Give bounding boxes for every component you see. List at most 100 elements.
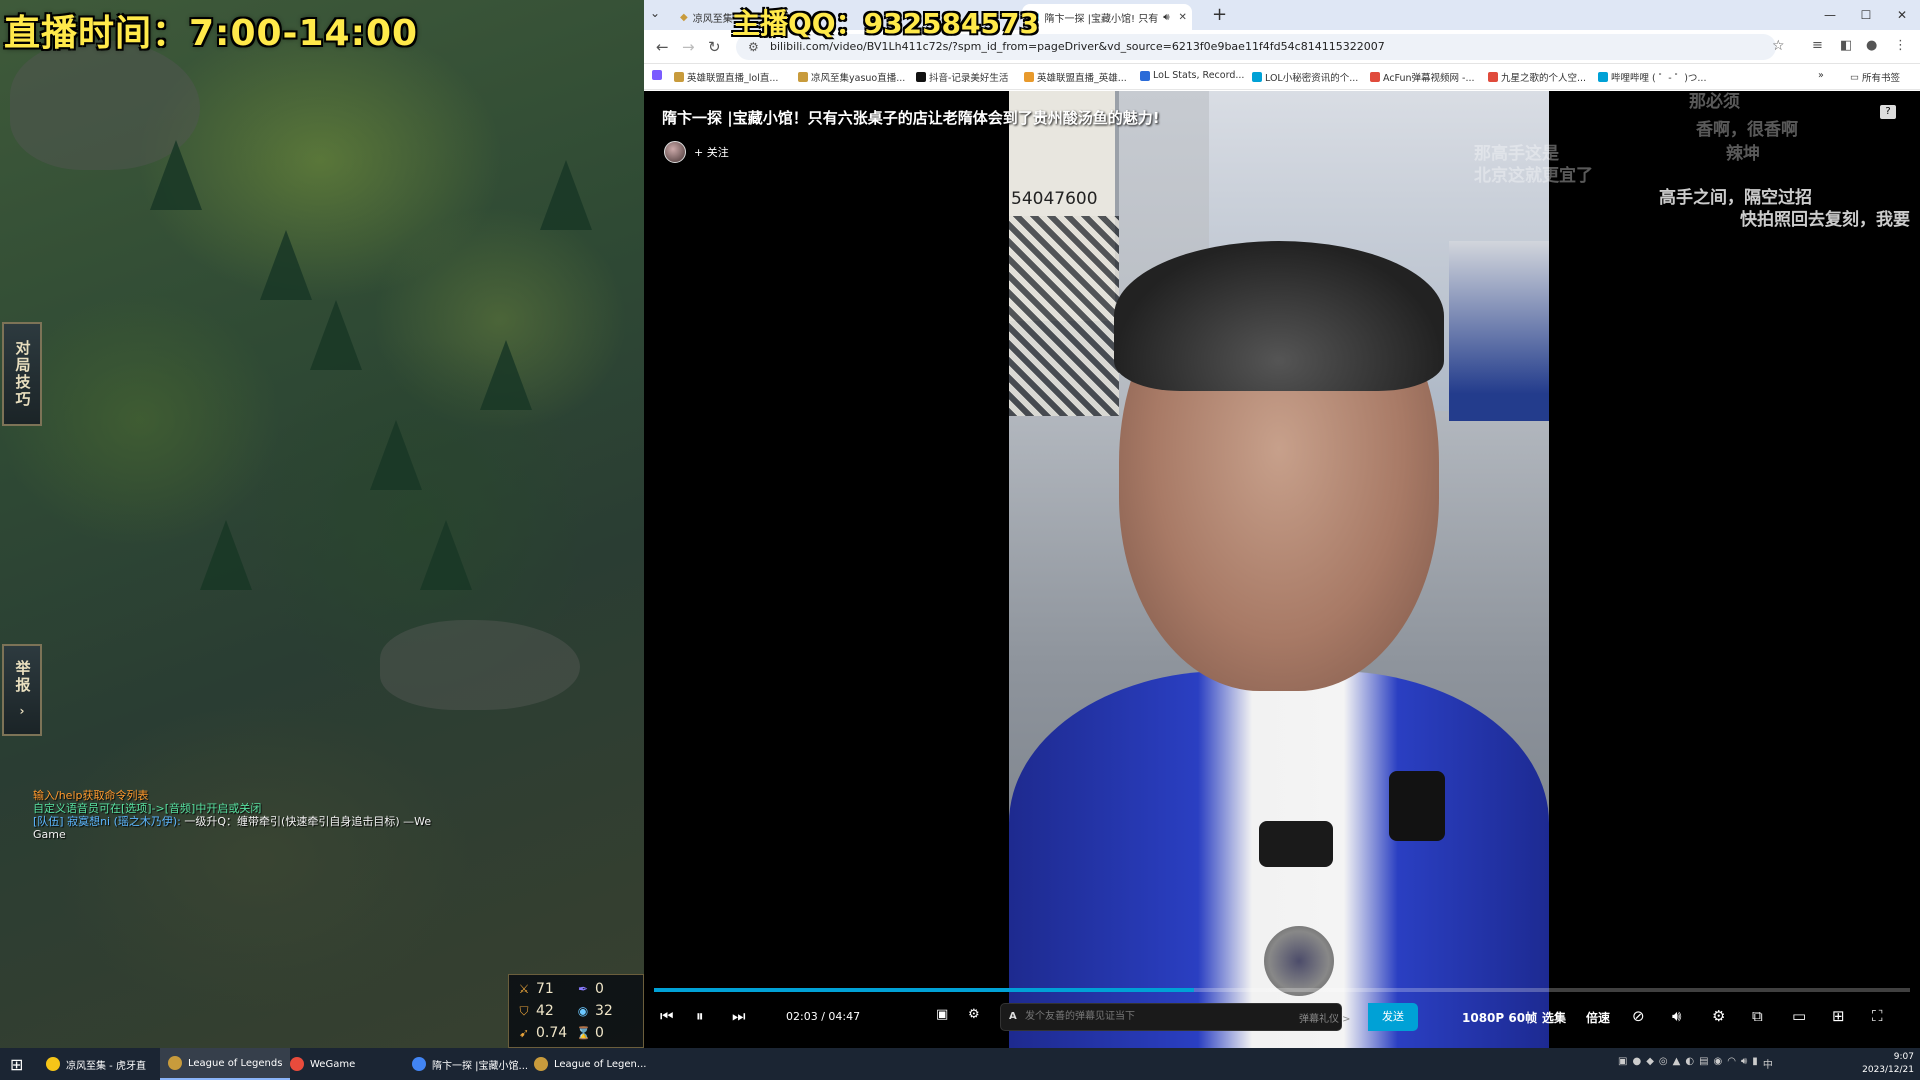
report-tab[interactable]: 举报 › (2, 644, 42, 736)
bookmark-item[interactable]: 英雄联盟直播_英雄... (1024, 70, 1127, 84)
apps-icon[interactable] (652, 70, 662, 80)
pip-icon[interactable]: ⧉ (1752, 1007, 1763, 1025)
bookmark-item[interactable]: LOL小秘密资讯的个... (1252, 70, 1358, 84)
tray-icon[interactable]: ● (1632, 1056, 1641, 1071)
profile-icon[interactable]: ● (1866, 38, 1877, 53)
back-icon[interactable]: ← (656, 38, 669, 56)
danmaku-toggle-icon[interactable]: ▣ (936, 1007, 948, 1022)
tray-icon[interactable]: ▤ (1699, 1056, 1708, 1071)
tray-icon[interactable]: ▣ (1618, 1056, 1627, 1071)
stat-crit: ⌛ 0 (576, 1023, 635, 1043)
side-panel-icon[interactable]: ◧ (1840, 38, 1852, 53)
danmaku-comment: 快拍照回去复刻，我要 (1740, 210, 1910, 230)
bookmark-item[interactable]: 英雄联盟直播_lol直... (674, 70, 778, 84)
subtitle-off-icon[interactable]: ⊘ (1632, 1007, 1645, 1025)
bookmark-item[interactable]: 九星之歌的个人空... (1488, 70, 1586, 84)
danmaku-placeholder: 发个友善的弹幕见证当下 (1025, 1011, 1135, 1022)
danmaku-etiquette-link[interactable]: 弹幕礼仪 > (1299, 1010, 1351, 1025)
reading-list-icon[interactable]: ≡ (1812, 38, 1823, 53)
bookmark-item[interactable]: 凉风至集yasuo直播... (798, 70, 905, 84)
menu-icon[interactable]: ⋮ (1894, 38, 1907, 53)
stat-value: 0 (595, 981, 604, 997)
fullscreen-icon[interactable]: ⛶ (1872, 1007, 1883, 1025)
previous-icon[interactable]: ⏮ (660, 1007, 674, 1025)
volume-icon[interactable]: 🔊︎ (1741, 1056, 1747, 1071)
next-icon[interactable]: ⏭ (732, 1007, 746, 1025)
tray-icon[interactable]: ◆ (1646, 1056, 1654, 1071)
wifi-icon[interactable]: ◠ (1727, 1056, 1736, 1071)
live-time-overlay: 直播时间：7:00-14:00 (4, 13, 419, 54)
all-bookmarks-label: 所有书签 (1861, 73, 1900, 84)
stat-attack: ⚔ 71 (517, 979, 576, 999)
more-bookmarks-icon[interactable]: » (1818, 70, 1824, 81)
danmaku-comment: 北京这就更宜了 (1474, 166, 1593, 186)
stat-value: 32 (595, 1003, 613, 1019)
bookmark-item[interactable]: LoL Stats, Record... (1140, 70, 1244, 81)
video-player[interactable]: 54047600 隋卞一探 |宝藏小馆！只有六张桌子的店让老隋体会到了贵州酸汤鱼… (644, 91, 1920, 1048)
close-window-icon[interactable]: ✕ (1884, 0, 1920, 30)
rock (380, 620, 580, 710)
tactics-tab[interactable]: 对局技巧 (2, 322, 42, 426)
bookmarks-bar: 英雄联盟直播_lol直... 凉风至集yasuo直播... 抖音-记录美好生活 … (644, 64, 1920, 90)
bookmark-favicon-icon (916, 72, 926, 82)
speed-button[interactable]: 倍速 (1586, 1009, 1610, 1026)
tree (480, 340, 532, 410)
stat-attack-speed: ➹ 0.74 (517, 1023, 576, 1043)
language-icon[interactable]: 中 (1763, 1056, 1773, 1071)
speaker-icon[interactable]: 🔊︎ (1163, 12, 1169, 23)
volume-icon[interactable]: 🔊︎ (1672, 1007, 1681, 1025)
bookmark-favicon-icon (1140, 70, 1150, 81)
send-button[interactable]: 发送 (1368, 1003, 1418, 1031)
taskbar-item[interactable]: League of Legen... (526, 1048, 654, 1080)
taskbar-item[interactable]: League of Legends (160, 1048, 291, 1080)
pause-icon[interactable]: ⏸ (696, 1007, 704, 1025)
taskbar-item-label: League of Legends (188, 1057, 283, 1069)
danmaku-input[interactable]: A 发个友善的弹幕见证当下 (1000, 1003, 1342, 1031)
report-tab-label: 举报 (13, 659, 32, 694)
tray-icon[interactable]: ◉ (1714, 1056, 1723, 1071)
chevron-right-icon: › (19, 703, 25, 718)
reload-icon[interactable]: ↻ (708, 38, 721, 56)
minimize-icon[interactable]: — (1812, 0, 1848, 30)
tray-icon[interactable]: ◎ (1659, 1056, 1668, 1071)
maximize-icon[interactable]: ☐ (1848, 0, 1884, 30)
forward-icon[interactable]: → (682, 38, 695, 56)
clock[interactable]: 9:07 2023/12/21 (1862, 1051, 1914, 1077)
episodes-button[interactable]: 选集 (1542, 1009, 1566, 1026)
bookmark-item[interactable]: AcFun弹幕视频网 -... (1370, 70, 1475, 84)
progress-fill (654, 988, 1195, 992)
stat-value: 0 (595, 1025, 604, 1041)
all-bookmarks[interactable]: ▭ 所有书签 (1850, 70, 1900, 85)
taskbar-item[interactable]: 隋卞一探 |宝藏小馆... (404, 1048, 536, 1080)
hourglass-icon: ⌛ (576, 1026, 591, 1040)
avatar[interactable] (664, 141, 686, 163)
widescreen-icon[interactable]: ▭ (1792, 1007, 1806, 1025)
bookmark-label: 抖音-记录美好生活 (929, 73, 1009, 84)
tree (260, 230, 312, 300)
tray-icon[interactable]: ◐ (1685, 1056, 1694, 1071)
taskbar: ⊞ 凉风至集 - 虎牙直 League of Legends WeGame 隋卞… (0, 1048, 1920, 1080)
danmaku-settings-icon[interactable]: ⚙ (968, 1007, 980, 1022)
lapel-mic (1259, 821, 1333, 867)
bookmark-item[interactable]: 哔哩哔哩 ( ゜- ゜)つ... (1598, 70, 1706, 84)
stat-value: 71 (536, 981, 554, 997)
web-fullscreen-icon[interactable]: ⊞ (1832, 1007, 1845, 1025)
close-tab-icon[interactable]: ✕ (1179, 12, 1187, 23)
taskbar-item[interactable]: WeGame (282, 1048, 363, 1080)
windows-start-icon[interactable]: ⊞ (10, 1055, 23, 1074)
bookmark-item[interactable]: 抖音-记录美好生活 (916, 70, 1008, 84)
progress-bar[interactable] (654, 988, 1910, 992)
settings-gear-icon[interactable]: ⚙ (1712, 1007, 1725, 1025)
tab-search-icon[interactable]: ⌄ (650, 6, 660, 20)
follow-button[interactable]: + 关注 (694, 144, 729, 160)
quality-button[interactable]: 1080P 60帧 (1462, 1009, 1537, 1026)
battery-icon[interactable]: ▮ (1752, 1056, 1758, 1071)
bookmark-star-icon[interactable]: ☆ (1772, 38, 1785, 54)
new-tab-button[interactable]: + (1212, 4, 1227, 25)
video-frame[interactable]: 54047600 (1009, 91, 1549, 1048)
tray-icon[interactable]: ▲ (1673, 1056, 1681, 1071)
feedback-icon[interactable]: ? (1880, 105, 1896, 119)
font-style-icon[interactable]: A (1009, 1004, 1017, 1030)
tab-2[interactable]: ▣ 隋卞一探 |宝藏小馆! 只有 🔊︎ ✕ (1022, 4, 1192, 30)
taskbar-item[interactable]: 凉风至集 - 虎牙直 (38, 1048, 154, 1080)
